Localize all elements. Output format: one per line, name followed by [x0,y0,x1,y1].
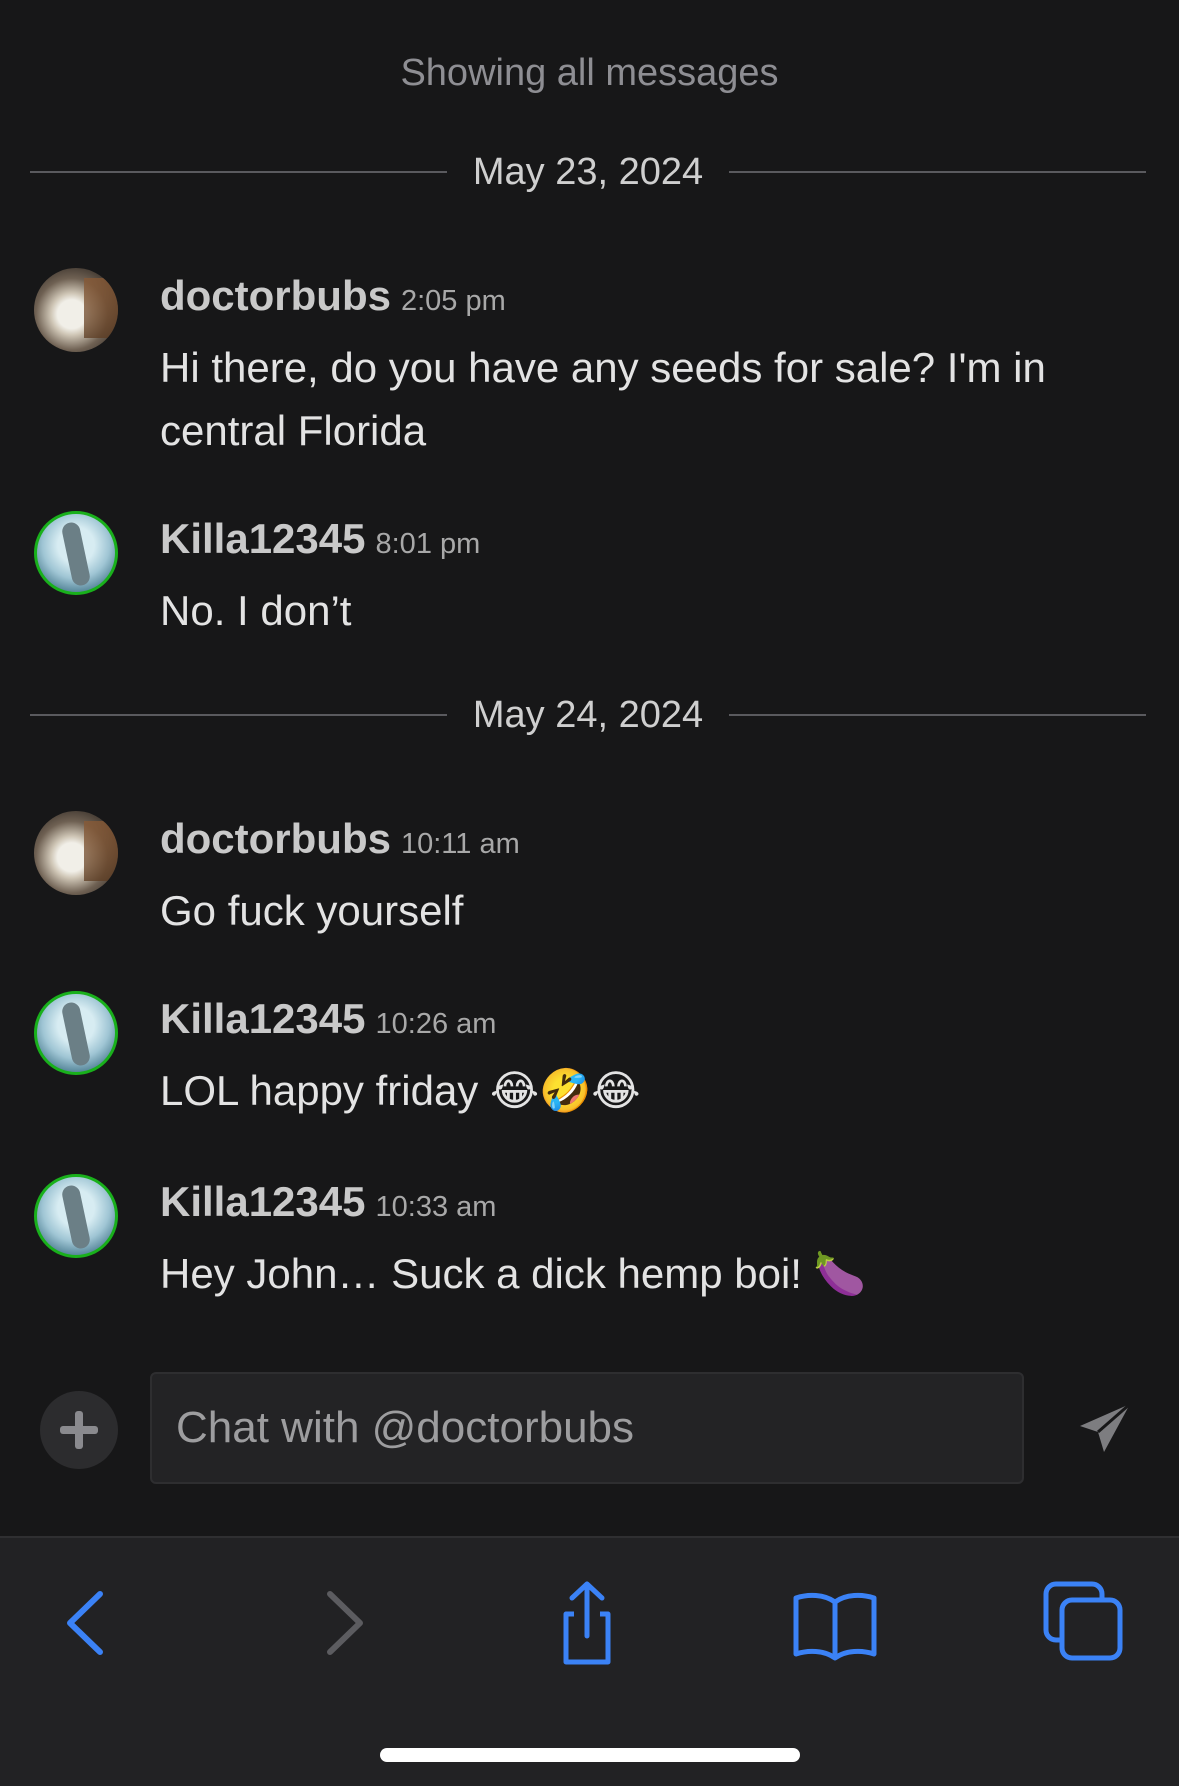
message-header: doctorbubs 2:05 pm [160,272,506,320]
timestamp: 10:11 am [400,828,520,860]
message-text: LOL happy friday 😂🤣😂 [160,1067,641,1114]
timestamp: 10:26 am [375,1008,497,1040]
message-item: Killa12345 10:33 am Hey John… Suck a dick… [34,1174,1154,1304]
user-avatar[interactable] [34,991,118,1075]
username[interactable]: Killa12345 [160,1178,366,1225]
plus-icon [60,1411,98,1449]
chat-input[interactable] [150,1372,1024,1484]
user-avatar[interactable] [34,1174,118,1258]
date-label: May 23, 2024 [472,150,704,193]
message-header: Killa12345 8:01 pm [160,515,480,563]
message-header: Killa12345 10:26 am [160,995,496,1043]
add-attachment-button[interactable] [40,1391,118,1469]
tabs-button[interactable] [1040,1578,1130,1668]
browser-toolbar [0,1536,1179,1786]
username[interactable]: doctorbubs [160,272,391,319]
divider-line [729,171,1147,173]
message-header: Killa12345 10:33 am [160,1178,496,1226]
message-composer [0,1370,1179,1490]
divider-line [729,714,1147,716]
username[interactable]: Killa12345 [160,995,366,1042]
message-text: Hey John… Suck a dick hemp boi! 🍆 [160,1250,866,1297]
message-text: Go fuck yourself [160,887,464,934]
forward-button[interactable] [300,1578,390,1668]
message-text: No. I don’t [160,587,352,634]
timestamp: 10:33 am [375,1191,497,1223]
user-avatar[interactable] [34,811,118,895]
divider-line [30,171,447,173]
home-indicator [380,1748,800,1762]
showing-all-messages-label: Showing all messages [400,52,779,94]
user-avatar[interactable] [34,268,118,352]
timestamp: 8:01 pm [375,528,481,560]
bookmarks-icon [793,1592,877,1661]
send-button[interactable] [1076,1400,1134,1458]
bookmarks-button[interactable] [790,1578,880,1668]
back-button[interactable] [40,1578,130,1668]
username[interactable]: doctorbubs [160,815,391,862]
username[interactable]: Killa12345 [160,515,366,562]
message-text: Hi there, do you have any seeds for sale… [160,344,1046,454]
timestamp: 2:05 pm [400,285,506,317]
share-icon [563,1581,611,1665]
forward-icon [327,1591,363,1655]
message-item: doctorbubs 2:05 pm Hi there, do you have … [34,268,1154,458]
message-item: doctorbubs 10:11 am Go fuck yourself [34,811,1154,941]
date-separator: May 23, 2024 [30,147,1147,197]
divider-line [30,714,447,716]
message-item: Killa12345 8:01 pm No. I don’t [34,511,1154,641]
tabs-icon [1043,1581,1123,1661]
share-button[interactable] [542,1578,632,1668]
user-avatar[interactable] [34,511,118,595]
paper-plane-icon [1080,1402,1131,1452]
date-separator: May 24, 2024 [30,690,1147,740]
chat-page: Showing all messages May 23, 2024 doctor… [0,0,1179,1786]
message-header: doctorbubs 10:11 am [160,815,520,863]
date-label: May 24, 2024 [472,693,704,736]
back-icon [67,1591,103,1655]
message-item: Killa12345 10:26 am LOL happy friday 😂🤣😂 [34,991,1154,1121]
